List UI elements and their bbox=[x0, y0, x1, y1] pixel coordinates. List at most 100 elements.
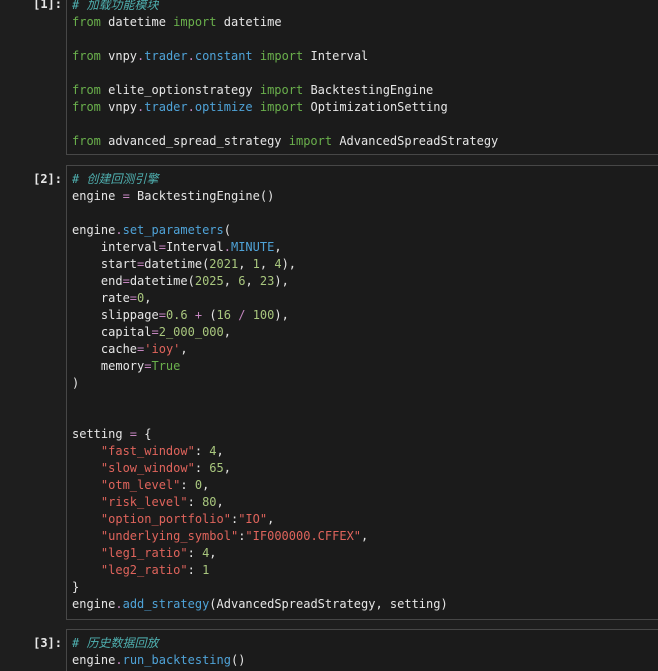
code-token: AdvancedSpreadStrategy bbox=[332, 134, 499, 148]
code-line[interactable]: engine.run_backtesting() bbox=[72, 652, 245, 669]
code-token: constant bbox=[194, 49, 253, 63]
code-line[interactable]: engine.set_parameters( bbox=[72, 222, 448, 239]
code-token: memory bbox=[72, 359, 145, 373]
code-token: 65 bbox=[209, 461, 224, 475]
code-line[interactable]: # 加载功能模块 bbox=[72, 0, 498, 14]
code-line[interactable]: engine = BacktestingEngine() bbox=[72, 188, 448, 205]
code-token: OptimizationSetting bbox=[303, 100, 448, 114]
code-line[interactable]: "fast_window": 4, bbox=[72, 443, 448, 460]
code-token: { bbox=[137, 427, 152, 441]
code-token: ( bbox=[202, 308, 217, 322]
code-line[interactable]: rate=0, bbox=[72, 290, 448, 307]
code-token: , bbox=[245, 274, 260, 288]
code-token: add_strategy bbox=[122, 597, 210, 611]
code-token: slippage bbox=[72, 308, 159, 322]
code-line[interactable]: from datetime import datetime bbox=[72, 14, 498, 31]
code-token: , bbox=[202, 478, 210, 492]
code-line[interactable]: setting = { bbox=[72, 426, 448, 443]
code-token: BacktestingEngine bbox=[303, 83, 434, 97]
code-editor[interactable]: # 创建回测引擎 engine = BacktestingEngine() eng… bbox=[66, 165, 658, 620]
code-token: (AdvancedSpreadStrategy, setting) bbox=[209, 597, 448, 611]
code-line[interactable] bbox=[72, 392, 448, 409]
code-token: = bbox=[158, 240, 166, 254]
code-line[interactable]: "otm_level": 0, bbox=[72, 477, 448, 494]
code-token: = bbox=[129, 291, 138, 305]
code-content[interactable]: # 加载功能模块 from datetime import datetime fr… bbox=[72, 0, 498, 150]
code-content[interactable]: # 历史数据回放 engine.run_backtesting() bbox=[72, 635, 245, 669]
code-token: ), bbox=[274, 308, 289, 322]
code-token: : bbox=[194, 444, 210, 458]
code-token: , bbox=[216, 444, 224, 458]
code-line[interactable]: end=datetime(2025, 6, 23), bbox=[72, 273, 448, 290]
code-line[interactable]: "risk_level": 80, bbox=[72, 494, 448, 511]
code-line[interactable]: engine.add_strategy(AdvancedSpreadStrate… bbox=[72, 596, 448, 613]
code-line[interactable] bbox=[72, 65, 498, 82]
code-line[interactable]: from elite_optionstrategy import Backtes… bbox=[72, 82, 498, 99]
code-token: } bbox=[72, 580, 80, 594]
code-token: () bbox=[230, 653, 246, 667]
code-token: optimize bbox=[194, 100, 253, 114]
code-token: "slow_window" bbox=[100, 461, 195, 475]
code-line[interactable]: "option_portfolio":"IO", bbox=[72, 511, 448, 528]
code-token: "underlying_symbol" bbox=[100, 529, 239, 543]
code-line[interactable]: "slow_window": 65, bbox=[72, 460, 448, 477]
code-line[interactable] bbox=[72, 409, 448, 426]
code-token: elite_optionstrategy bbox=[100, 83, 260, 97]
code-token: , bbox=[223, 274, 239, 288]
code-line[interactable]: interval=Interval.MINUTE, bbox=[72, 239, 448, 256]
code-line[interactable]: "underlying_symbol":"IF000000.CFFEX", bbox=[72, 528, 448, 545]
code-token: = bbox=[158, 308, 166, 322]
code-line[interactable]: ) bbox=[72, 375, 448, 392]
code-line[interactable]: from vnpy.trader.constant import Interva… bbox=[72, 48, 498, 65]
code-line[interactable]: from advanced_spread_strategy import Adv… bbox=[72, 133, 498, 150]
code-token: = bbox=[129, 427, 138, 441]
code-token: 4 bbox=[209, 444, 217, 458]
code-line[interactable]: memory=True bbox=[72, 358, 448, 375]
code-line[interactable] bbox=[72, 31, 498, 48]
code-token: # 加载功能模块 bbox=[72, 0, 159, 12]
code-token: Interval bbox=[303, 49, 369, 63]
code-token: # 创建回测引擎 bbox=[72, 172, 159, 186]
code-line[interactable]: # 历史数据回放 bbox=[72, 635, 245, 652]
code-token: import bbox=[259, 49, 304, 63]
code-line[interactable]: } bbox=[72, 579, 448, 596]
cell-prompt: [2]: bbox=[33, 172, 62, 186]
code-token: 100 bbox=[252, 308, 275, 322]
code-token: "fast_window" bbox=[100, 444, 195, 458]
code-line[interactable] bbox=[72, 205, 448, 222]
code-content[interactable]: # 创建回测引擎 engine = BacktestingEngine() eng… bbox=[72, 171, 448, 613]
code-token: + bbox=[194, 308, 203, 322]
code-token: end bbox=[72, 274, 123, 288]
code-line[interactable] bbox=[72, 116, 498, 133]
code-token: : bbox=[187, 546, 203, 560]
code-token: BacktestingEngine() bbox=[129, 189, 275, 203]
code-token: 23 bbox=[259, 274, 275, 288]
code-token: , bbox=[238, 257, 253, 271]
code-token: "leg1_ratio" bbox=[100, 546, 188, 560]
code-line[interactable]: # 创建回测引擎 bbox=[72, 171, 448, 188]
code-token: , bbox=[267, 512, 275, 526]
code-token: "leg2_ratio" bbox=[100, 563, 188, 577]
code-token: "IO" bbox=[238, 512, 268, 526]
code-token: engine bbox=[72, 597, 116, 611]
code-token: . bbox=[115, 653, 123, 667]
code-token: 0 bbox=[194, 478, 203, 492]
code-editor[interactable]: # 加载功能模块 from datetime import datetime fr… bbox=[66, 0, 658, 155]
code-token: = bbox=[151, 325, 159, 339]
code-line[interactable]: capital=2_000_000, bbox=[72, 324, 448, 341]
code-line[interactable]: start=datetime(2021, 1, 4), bbox=[72, 256, 448, 273]
code-line[interactable]: cache='ioy', bbox=[72, 341, 448, 358]
code-line[interactable]: "leg1_ratio": 4, bbox=[72, 545, 448, 562]
code-token: # 历史数据回放 bbox=[72, 636, 159, 650]
code-editor[interactable]: # 历史数据回放 engine.run_backtesting() bbox=[66, 629, 658, 671]
code-token: ), bbox=[281, 257, 297, 271]
code-line[interactable]: "leg2_ratio": 1 bbox=[72, 562, 448, 579]
code-line[interactable]: slippage=0.6 + (16 / 100), bbox=[72, 307, 448, 324]
code-line[interactable]: from vnpy.trader.optimize import Optimiz… bbox=[72, 99, 498, 116]
code-token: "option_portfolio" bbox=[100, 512, 231, 526]
